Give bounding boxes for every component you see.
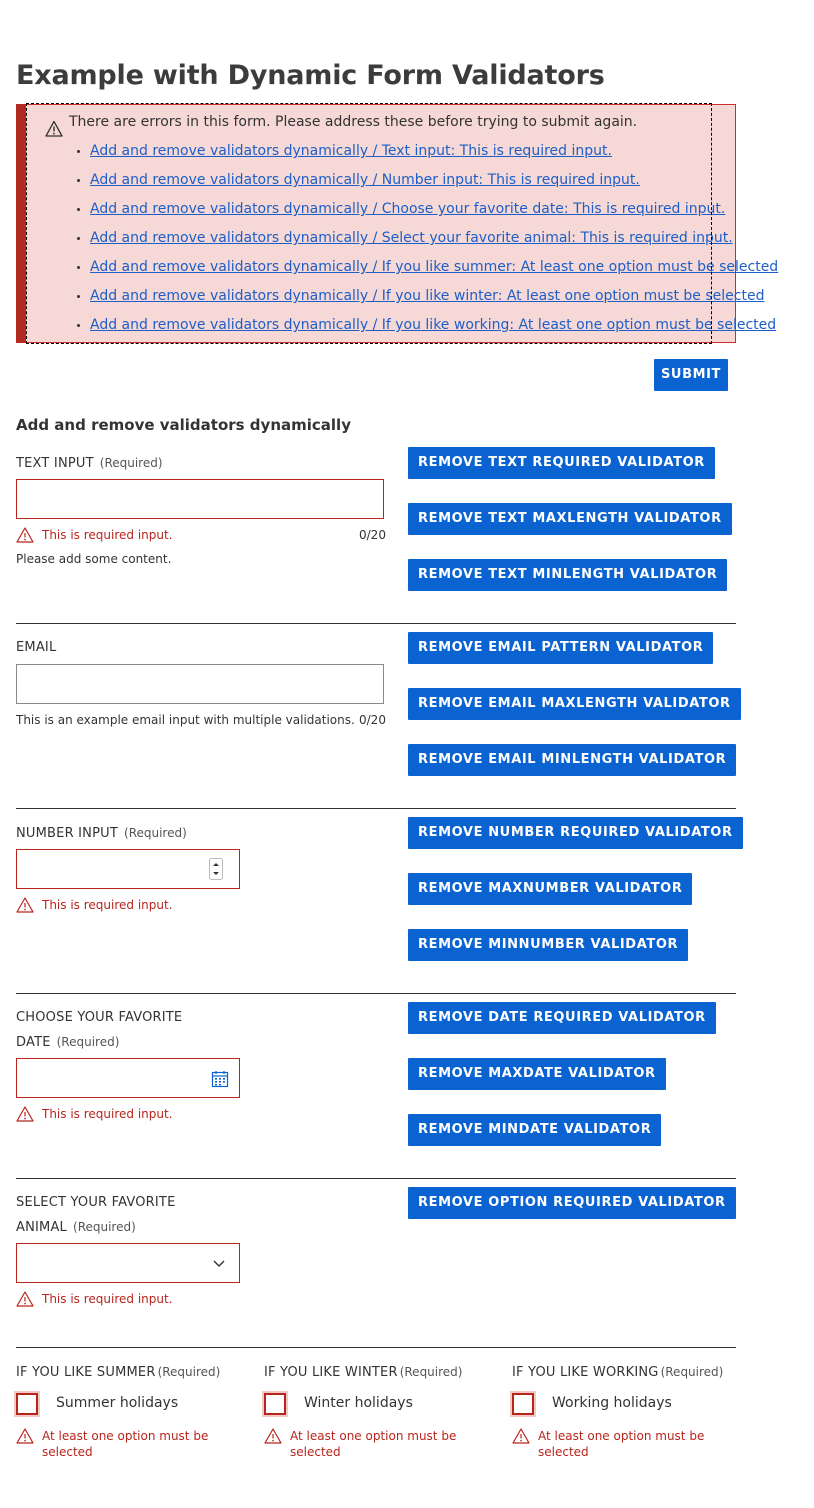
working-group-label: IF YOU LIKE WORKING (Required) (512, 1365, 724, 1380)
divider (16, 1178, 736, 1179)
divider (16, 1347, 736, 1348)
working-holidays-checkbox[interactable] (512, 1393, 534, 1415)
email-field[interactable] (16, 664, 384, 704)
page-title: Example with Dynamic Form Validators (16, 60, 605, 91)
warning-triangle-icon (16, 527, 34, 543)
summer-holidays-label[interactable]: Summer holidays (56, 1394, 178, 1412)
remove-number-required-button[interactable]: REMOVE NUMBER REQUIRED VALIDATOR (408, 817, 743, 849)
date-error: This is required input. (16, 1106, 173, 1122)
warning-triangle-icon (512, 1428, 530, 1444)
winter-holidays-label[interactable]: Winter holidays (304, 1394, 413, 1412)
email-label: EMAIL (16, 640, 57, 655)
chevron-down-icon (213, 1260, 225, 1267)
warning-triangle-icon (16, 1106, 34, 1122)
remove-minnumber-button[interactable]: REMOVE MINNUMBER VALIDATOR (408, 929, 689, 961)
text-input-counter: 0/20 (359, 528, 386, 542)
winter-holidays-checkbox[interactable] (264, 1393, 286, 1415)
remove-maxnumber-button[interactable]: REMOVE MAXNUMBER VALIDATOR (408, 873, 693, 905)
number-input-error: This is required input. (16, 897, 173, 913)
winter-error: At least one option must be selected (264, 1428, 484, 1460)
text-input-field[interactable] (16, 479, 384, 519)
number-spinner-icon[interactable] (209, 858, 223, 880)
remove-email-minlength-button[interactable]: REMOVE EMAIL MINLENGTH VALIDATOR (408, 744, 737, 776)
warning-triangle-icon (16, 1291, 34, 1307)
remove-maxdate-button[interactable]: REMOVE MAXDATE VALIDATOR (408, 1058, 666, 1090)
submit-button[interactable]: SUBMIT (654, 359, 728, 391)
remove-email-pattern-button[interactable]: REMOVE EMAIL PATTERN VALIDATOR (408, 632, 714, 664)
summer-error: At least one option must be selected (16, 1428, 236, 1460)
text-input-error: This is required input. (16, 527, 173, 543)
remove-text-required-button[interactable]: REMOVE TEXT REQUIRED VALIDATOR (408, 447, 715, 479)
date-label: CHOOSE YOUR FAVORITE DATE (Required) (16, 1010, 183, 1050)
remove-text-minlength-button[interactable]: REMOVE TEXT MINLENGTH VALIDATOR (408, 559, 728, 591)
section-heading: Add and remove validators dynamically (16, 416, 351, 434)
warning-triangle-icon (16, 897, 34, 913)
animal-label: SELECT YOUR FAVORITE ANIMAL (Required) (16, 1195, 176, 1235)
calendar-icon[interactable] (211, 1070, 229, 1088)
summer-group-label: IF YOU LIKE SUMMER (Required) (16, 1365, 221, 1380)
summer-holidays-checkbox[interactable] (16, 1393, 38, 1415)
animal-error: This is required input. (16, 1291, 173, 1307)
working-error: At least one option must be selected (512, 1428, 732, 1460)
date-field[interactable] (16, 1058, 240, 1098)
warning-triangle-icon (264, 1428, 282, 1444)
remove-mindate-button[interactable]: REMOVE MINDATE VALIDATOR (408, 1114, 662, 1146)
animal-select[interactable] (16, 1243, 240, 1283)
remove-date-required-button[interactable]: REMOVE DATE REQUIRED VALIDATOR (408, 1002, 716, 1034)
text-input-label: TEXT INPUT (Required) (16, 456, 163, 471)
divider (16, 808, 736, 809)
divider (16, 623, 736, 624)
winter-group-label: IF YOU LIKE WINTER (Required) (264, 1365, 463, 1380)
email-counter: 0/20 (359, 713, 386, 727)
number-input-field[interactable] (16, 849, 240, 889)
remove-text-maxlength-button[interactable]: REMOVE TEXT MAXLENGTH VALIDATOR (408, 503, 732, 535)
email-hint: This is an example email input with mult… (16, 713, 355, 727)
number-input-label: NUMBER INPUT (Required) (16, 826, 187, 841)
warning-triangle-icon (16, 1428, 34, 1444)
text-input-hint: Please add some content. (16, 552, 172, 566)
divider (16, 993, 736, 994)
working-holidays-label[interactable]: Working holidays (552, 1394, 672, 1412)
remove-email-maxlength-button[interactable]: REMOVE EMAIL MAXLENGTH VALIDATOR (408, 688, 741, 720)
focus-outline (26, 103, 712, 344)
remove-option-required-button[interactable]: REMOVE OPTION REQUIRED VALIDATOR (408, 1187, 736, 1219)
